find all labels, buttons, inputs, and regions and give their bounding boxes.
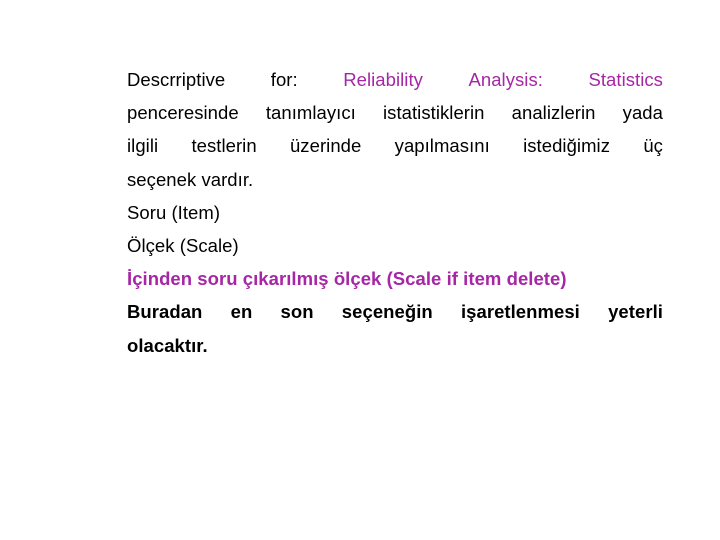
word-uzerinde: üzerinde	[289, 135, 362, 157]
option-item-soru: Soru (Item)	[127, 201, 221, 223]
word-testlerin: testlerin	[191, 135, 257, 157]
word-statistics: Statistics	[588, 69, 663, 90]
word-analizlerin: analizlerin	[511, 102, 596, 124]
paragraph1-line3: ilgili testlerin üzerinde yapılmasını is…	[127, 129, 663, 162]
word-uc: üç	[643, 135, 663, 157]
word-reliability: Reliability	[343, 69, 423, 90]
paragraph1-line1: Descrriptive for: Reliability Analysis: …	[127, 63, 663, 96]
word-istedigimiz: istediğimiz	[523, 135, 611, 157]
word-istatistiklerin: istatistiklerin	[383, 102, 485, 124]
word-penceresinde: penceresinde	[127, 102, 239, 124]
word-secenegin: seçeneğin	[341, 301, 433, 323]
word-en: en	[230, 301, 253, 323]
word-yada: yada	[622, 102, 663, 124]
word-son: son	[280, 301, 314, 323]
option-item-olcek: Ölçek (Scale)	[127, 235, 239, 257]
word-yapilmasini: yapılmasını	[394, 135, 490, 157]
option-item-scale-if-item-delete: İçinden soru çıkarılmış ölçek (Scale if …	[127, 268, 567, 290]
word-buradan: Buradan	[127, 301, 203, 323]
word-tanimlayici: tanımlayıcı	[265, 102, 356, 124]
paragraph2-line2: olacaktır.	[127, 334, 208, 356]
word-for: for:	[270, 69, 298, 90]
paragraph1-line4: seçenek vardır.	[127, 168, 254, 190]
word-analysis: Analysis:	[468, 69, 543, 90]
slide-canvas: Descrriptive for: Reliability Analysis: …	[0, 0, 720, 540]
word-ilgili: ilgili	[127, 135, 159, 157]
word-yeterli: yeterli	[608, 301, 663, 323]
word-descrriptive: Descrriptive	[127, 69, 226, 90]
paragraph2-line1: Buradan en son seçeneğin işaretlenmesi y…	[127, 295, 663, 328]
slide-text-block: Descrriptive for: Reliability Analysis: …	[127, 63, 663, 362]
word-isaretlenmesi: işaretlenmesi	[460, 301, 580, 323]
paragraph1-line2: penceresinde tanımlayıcı istatistiklerin…	[127, 96, 663, 129]
